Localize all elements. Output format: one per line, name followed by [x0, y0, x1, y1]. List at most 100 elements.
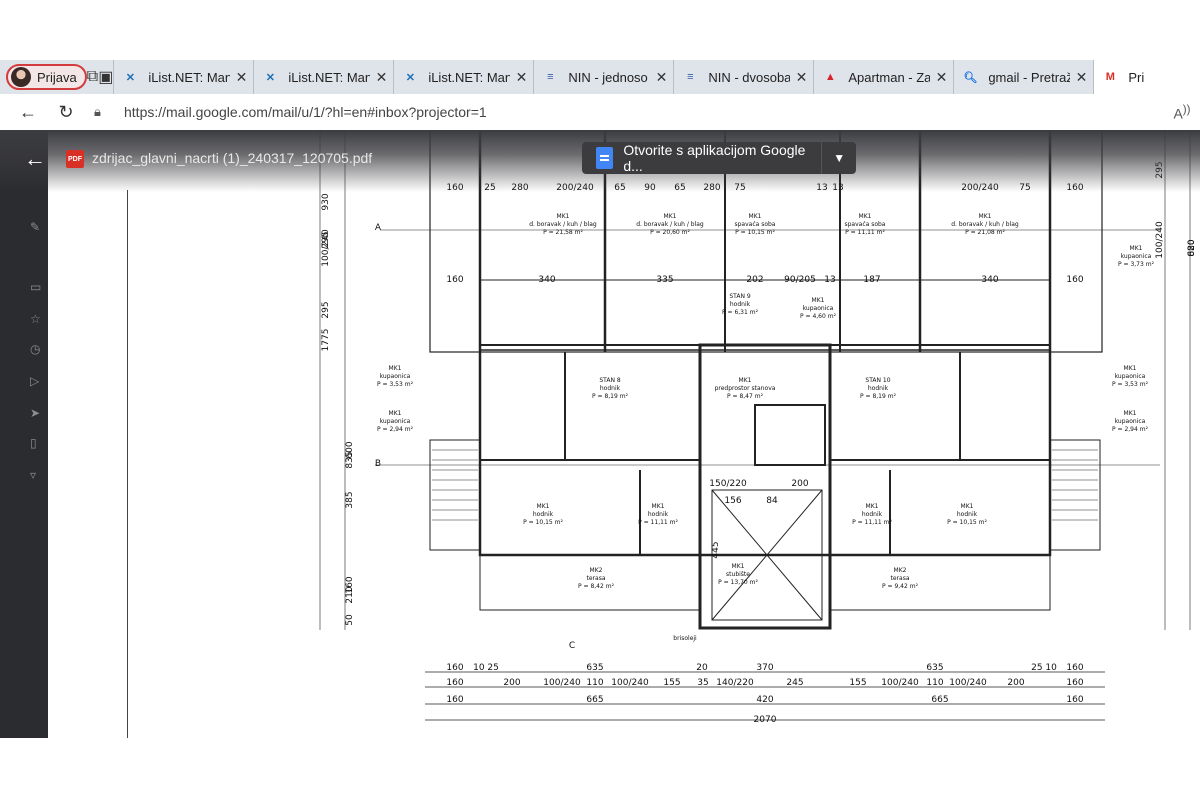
room-name: predprostor stanova — [715, 385, 776, 392]
section-mark: B — [375, 459, 381, 469]
room-tag: MK1 — [961, 503, 974, 510]
dimension-label: 155 — [849, 678, 866, 688]
dimension-label: 160 — [446, 695, 463, 705]
tab-4[interactable]: ≡ NIN - dvosoba ✕ — [673, 60, 813, 94]
dimension-label: 340 — [538, 275, 555, 285]
dimension-label: 200 — [503, 678, 520, 688]
vertical-tabs-icon[interactable]: ▣ — [98, 60, 113, 94]
ilist-icon: ✕ — [125, 71, 135, 84]
close-icon[interactable]: ✕ — [656, 69, 668, 86]
pdf-file-icon: PDF — [66, 150, 84, 168]
room-name: kupaonica — [1115, 373, 1146, 380]
address-toolbar: ← ↻ 🔒︎ https://mail.google.com/mail/u/1/… — [0, 94, 1200, 130]
dimension-label: 100/240 — [949, 678, 987, 688]
room-area: P = 21,08 m² — [965, 229, 1005, 236]
tab-1[interactable]: ✕ iList.NET: Mana ✕ — [253, 60, 393, 94]
room-area: P = 3,53 m² — [377, 381, 414, 388]
back-arrow-icon[interactable]: ← — [24, 146, 46, 172]
dimension-label: 635 — [586, 663, 603, 673]
dimension-label: 245 — [786, 678, 803, 688]
tab-strip: Prijava ⧉ ▣ ✕ iList.NET: Mana ✕ ✕ iList.NET:… — [0, 60, 1200, 94]
chevron-down-icon[interactable]: ▼ — [821, 142, 856, 174]
dimension-label: 600 — [345, 441, 355, 458]
tab-title: Apartman - Za — [848, 69, 930, 85]
room-tag: MK1 — [812, 297, 825, 304]
dimension-label: 187 — [863, 275, 880, 285]
room-name: terasa — [891, 575, 910, 582]
room-area: P = 21,58 m² — [543, 229, 583, 236]
room-area: P = 13,70 m² — [718, 579, 758, 586]
room-name: hodnik — [868, 385, 889, 392]
back-arrow-icon[interactable]: ← — [12, 96, 44, 128]
room-name: hodnik — [957, 511, 978, 518]
room-name: d. boravak / kuh / blag — [529, 221, 597, 228]
room-area: P = 3,53 m² — [1112, 381, 1149, 388]
file-name: zdrijac_glavni_nacrti (1)_240317_120705.… — [92, 150, 373, 166]
tab-title: gmail - Pretraž — [988, 69, 1070, 85]
room-name: hodnik — [533, 511, 554, 518]
dimension-label: 385 — [345, 491, 355, 508]
tab-0[interactable]: ✕ iList.NET: Mana ✕ — [113, 60, 253, 94]
dimension-label: 160 — [1066, 663, 1083, 673]
close-icon[interactable]: ✕ — [936, 69, 948, 86]
room-name: spavaća soba — [844, 221, 885, 228]
dimension-label: 420 — [756, 695, 773, 705]
dimension-label: 160 — [446, 663, 463, 673]
tab-title: iList.NET: Mana — [428, 69, 509, 85]
open-with-button[interactable]: Otvorite s aplikacijom Google d... ▼ — [582, 142, 856, 174]
dimension-label: 50 — [345, 614, 355, 626]
room-name: kupaonica — [1115, 418, 1146, 425]
ilist-icon: ✕ — [265, 71, 275, 84]
tab-6[interactable]: 🔍︎ gmail - Pretraž ✕ — [953, 60, 1093, 94]
core-dimension: 150/220 — [709, 479, 747, 489]
read-aloud-icon[interactable]: A)) — [1164, 103, 1200, 122]
dimension-label: 370 — [756, 663, 773, 673]
core-dimension: 84 — [766, 496, 778, 506]
dimension-label: 155 — [663, 678, 680, 688]
room-area: P = 4,60 m² — [800, 313, 837, 320]
total-width-label: 2070 — [754, 715, 777, 725]
room-area: P = 9,42 m² — [882, 583, 919, 590]
room-name: terasa — [587, 575, 606, 582]
close-icon[interactable]: ✕ — [1076, 69, 1088, 86]
site-info-icon[interactable]: 🔒︎ — [94, 104, 112, 120]
room-area: P = 8,19 m² — [592, 393, 629, 400]
tab-3[interactable]: ≡ NIN - jednoso ✕ — [533, 60, 673, 94]
tab-title: NIN - dvosoba — [708, 69, 790, 85]
dimension-label: 295 — [321, 301, 331, 318]
avatar — [11, 67, 31, 87]
room-name: hodnik — [648, 511, 669, 518]
room-area: P = 8,42 m² — [578, 583, 615, 590]
profile-button[interactable]: Prijava — [6, 64, 87, 90]
dimension-label: 10 25 — [473, 663, 499, 673]
dimension-label: 340 — [981, 275, 998, 285]
remax-icon: ▲ — [824, 71, 836, 83]
open-with-label: Otvorite s aplikacijom Google d... — [623, 142, 806, 174]
tab-2[interactable]: ✕ iList.NET: Mana ✕ — [393, 60, 533, 94]
workspaces-icon[interactable]: ⧉ — [87, 60, 98, 94]
room-name: kupaonica — [803, 305, 834, 312]
room-tag: MK1 — [557, 213, 570, 220]
close-icon[interactable]: ✕ — [516, 69, 528, 86]
close-icon[interactable]: ✕ — [376, 69, 388, 86]
room-tag: STAN 10 — [865, 377, 890, 384]
room-area: P = 8,47 m² — [727, 393, 764, 400]
tab-7[interactable]: M Pri — [1093, 60, 1200, 94]
address-bar[interactable]: 🔒︎ https://mail.google.com/mail/u/1/?hl=… — [94, 97, 1164, 127]
room-tag: MK1 — [1124, 410, 1137, 417]
tab-5[interactable]: ▲ Apartman - Za ✕ — [813, 60, 953, 94]
section-mark: C — [569, 641, 575, 651]
refresh-icon[interactable]: ↻ — [50, 96, 82, 128]
close-icon[interactable]: ✕ — [236, 69, 248, 86]
dimension-label: 160 — [446, 678, 463, 688]
dimension-label: 160 — [446, 275, 463, 285]
room-area: P = 10,15 m² — [523, 519, 563, 526]
close-icon[interactable]: ✕ — [796, 69, 808, 86]
dimension-label: 665 — [586, 695, 603, 705]
room-tag: MK2 — [590, 567, 603, 574]
pdf-badge-label: PDF — [68, 155, 82, 163]
dimension-label: 635 — [926, 663, 943, 673]
room-tag: MK1 — [652, 503, 665, 510]
room-name: kupaonica — [380, 418, 411, 425]
dimension-label: 20 — [696, 663, 708, 673]
